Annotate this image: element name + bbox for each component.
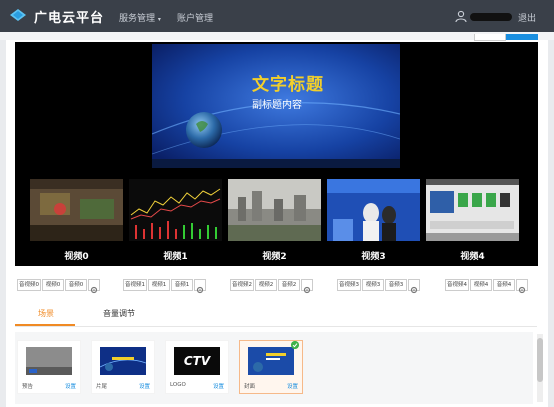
video-thumbnail-4[interactable]	[426, 179, 519, 241]
audio-video-button-2[interactable]: 音视频2	[230, 279, 254, 291]
desktop-screen-image	[426, 179, 519, 241]
audio-video-button-0[interactable]: 音视频0	[17, 279, 41, 291]
program-preview[interactable]: 文字标题 副标题内容	[152, 44, 400, 168]
scene-card-preview[interactable]: 预告 设置	[17, 340, 81, 394]
scene-settings-link[interactable]: 设置	[139, 382, 150, 390]
gear-icon[interactable]	[301, 279, 313, 294]
chevron-down-icon: ▾	[157, 16, 161, 23]
scene-card-logo[interactable]: CTV LOGO 设置	[165, 340, 229, 394]
video-only-button-0[interactable]: 视频0	[42, 279, 64, 291]
gear-icon[interactable]	[88, 279, 100, 294]
scene-thumbnail-ending	[100, 347, 146, 375]
audio-video-button-4[interactable]: 音视频4	[445, 279, 469, 291]
video-controls-3: 音视频3 视频3 音频3	[337, 279, 427, 294]
nav-account-management[interactable]: 账户管理	[177, 11, 213, 24]
video-only-button-2[interactable]: 视频2	[255, 279, 277, 291]
audio-only-button-2[interactable]: 音频2	[278, 279, 300, 291]
logout-link[interactable]: 退出	[518, 11, 536, 24]
video-label-2: 视频2	[262, 252, 287, 262]
stock-chart-image	[129, 179, 222, 241]
scene-card-ending[interactable]: 片尾 设置	[91, 340, 155, 394]
tab-volume[interactable]: 音量调节	[103, 308, 135, 319]
video-only-button-1[interactable]: 视频1	[148, 279, 170, 291]
cloud-logo-icon	[10, 9, 26, 21]
video-thumbnail-1[interactable]	[129, 179, 222, 241]
tv-show-image	[327, 179, 420, 241]
video-thumbnail-3[interactable]	[327, 179, 420, 241]
scene-scrollbar-thumb[interactable]	[537, 338, 543, 382]
audio-only-button-0[interactable]: 音频0	[65, 279, 87, 291]
city-view-image	[228, 179, 321, 241]
gear-icon[interactable]	[194, 279, 206, 294]
audio-video-button-1[interactable]: 音视频1	[123, 279, 147, 291]
scene-name: 预告	[22, 384, 34, 390]
scene-settings-link[interactable]: 设置	[213, 382, 224, 390]
video-label-3: 视频3	[361, 252, 386, 262]
selected-check-icon	[291, 341, 299, 349]
ctv-logo-text: CTV	[183, 354, 211, 368]
scene-thumbnail-logo: CTV	[174, 347, 220, 375]
audio-only-button-3[interactable]: 音频3	[385, 279, 407, 291]
video-label-1: 视频1	[163, 252, 188, 262]
preview-lower-strip	[152, 159, 400, 168]
user-icon[interactable]	[455, 10, 467, 22]
tab-scene[interactable]: 场景	[38, 308, 54, 319]
user-name-redacted	[470, 13, 512, 21]
video-label-0: 视频0	[64, 252, 89, 262]
video-only-button-4[interactable]: 视频4	[470, 279, 492, 291]
toolbar-secondary-button[interactable]	[474, 34, 506, 41]
audio-only-button-4[interactable]: 音频4	[493, 279, 515, 291]
video-controls-1: 音视频1 视频1 音频1	[123, 279, 213, 294]
scene-thumbnail-cover	[248, 347, 294, 375]
gear-icon[interactable]	[408, 279, 420, 294]
scene-name: 片尾	[96, 384, 108, 390]
sub-header-bar	[0, 32, 554, 40]
brand-title: 广电云平台	[34, 11, 105, 26]
video-controls-0: 音视频0 视频0 音频0	[17, 279, 107, 294]
preview-title-text: 文字标题	[252, 75, 324, 95]
toolbar-primary-button[interactable]	[506, 34, 538, 40]
video-controls-2: 音视频2 视频2 音频2	[230, 279, 320, 294]
video-thumbnail-0[interactable]	[30, 179, 123, 241]
scene-settings-link[interactable]: 设置	[65, 382, 76, 390]
scene-name: LOGO	[170, 382, 186, 388]
video-thumbnail-2[interactable]	[228, 179, 321, 241]
audio-video-button-3[interactable]: 音视频3	[337, 279, 361, 291]
gear-icon[interactable]	[516, 279, 528, 294]
video-only-button-3[interactable]: 视频3	[362, 279, 384, 291]
tab-divider	[15, 326, 537, 327]
preview-subtitle-text: 副标题内容	[252, 100, 302, 111]
audio-only-button-1[interactable]: 音频1	[171, 279, 193, 291]
top-nav-bar: 广电云平台 服务管理 ▾ 账户管理 退出	[0, 0, 554, 32]
nav-service-management[interactable]: 服务管理 ▾	[119, 11, 161, 24]
scene-name: 封面	[244, 384, 256, 390]
video-controls-4: 音视频4 视频4 音频4	[445, 279, 535, 294]
video-label-4: 视频4	[460, 252, 485, 262]
scene-settings-link[interactable]: 设置	[287, 382, 298, 390]
game-screenshot-image	[30, 179, 123, 241]
scene-thumbnail-preview	[26, 347, 72, 375]
